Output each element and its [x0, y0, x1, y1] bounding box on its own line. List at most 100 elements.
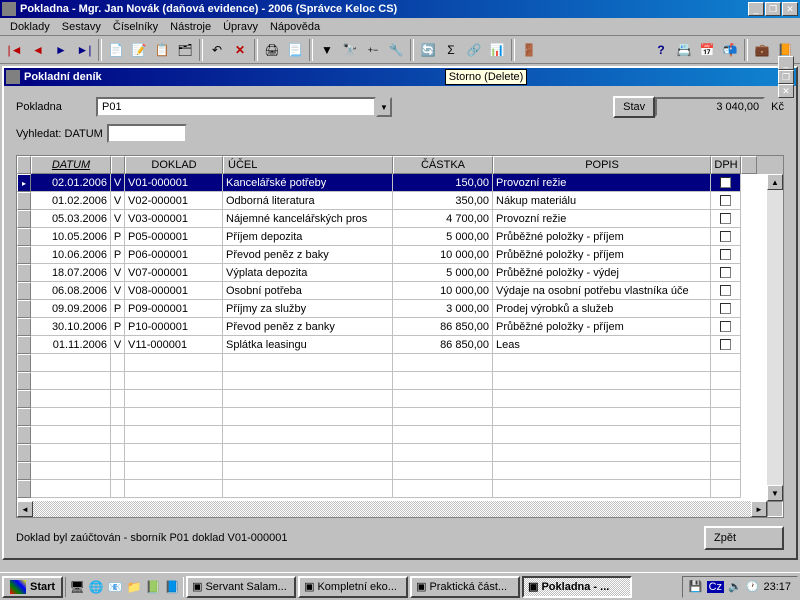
table-row[interactable]: 05.03.2006VV03-000001Nájemné kancelářský… — [17, 210, 783, 228]
ql-ie-icon[interactable]: 🌐 — [87, 577, 105, 597]
table-row[interactable]: 01.11.2006VV11-000001Splátka leasingu86 … — [17, 336, 783, 354]
tool-c-icon[interactable]: 📬 — [719, 39, 741, 61]
ql-outlook-icon[interactable]: 📧 — [106, 577, 124, 597]
col-typ[interactable] — [111, 156, 125, 174]
tool-a-icon[interactable]: 📇 — [673, 39, 695, 61]
ql-desktop-icon[interactable]: 🖥 — [68, 577, 86, 597]
table-row[interactable]: 10.05.2006PP05-000001Příjem depozita5 00… — [17, 228, 783, 246]
ql-app1-icon[interactable]: 📁 — [125, 577, 143, 597]
refresh-icon[interactable]: 🔄 — [417, 39, 439, 61]
table-row[interactable] — [17, 408, 783, 426]
dph-checkbox[interactable] — [720, 195, 731, 206]
print-icon[interactable]: 🖨 — [261, 39, 283, 61]
scroll-up-icon[interactable]: ▲ — [767, 174, 783, 190]
menu-napoveda[interactable]: Nápověda — [264, 20, 326, 34]
taskbar-task[interactable]: ▣Kompletní eko... — [298, 576, 408, 598]
details-icon[interactable]: 🗂 — [174, 39, 196, 61]
exit-icon[interactable]: 🚪 — [518, 39, 540, 61]
binoculars-icon[interactable]: 🔭 — [339, 39, 361, 61]
back-button[interactable]: Zpět — [704, 526, 784, 550]
table-row[interactable] — [17, 426, 783, 444]
combo-dropdown-icon[interactable]: ▼ — [376, 97, 392, 117]
new-doc-icon[interactable]: 📄 — [105, 39, 127, 61]
minimize-button[interactable]: _ — [748, 2, 764, 16]
ql-app2-icon[interactable]: 📗 — [144, 577, 162, 597]
sub-minimize-button[interactable]: _ — [778, 56, 794, 70]
table-row[interactable]: 30.10.2006PP10-000001Převod peněz z bank… — [17, 318, 783, 336]
table-row[interactable]: 09.09.2006PP09-000001Příjmy za služby3 0… — [17, 300, 783, 318]
link-icon[interactable]: 🔗 — [463, 39, 485, 61]
menu-upravy[interactable]: Úpravy — [217, 20, 264, 34]
ql-app3-icon[interactable]: 📘 — [163, 577, 181, 597]
tray-app-icon[interactable]: 💾 — [689, 580, 703, 593]
tray-volume-icon[interactable]: 🔊 — [728, 580, 742, 593]
dph-checkbox[interactable] — [720, 285, 731, 296]
dph-checkbox[interactable] — [720, 213, 731, 224]
vertical-scrollbar[interactable]: ▲ ▼ — [767, 174, 783, 501]
nav-prev-icon[interactable]: ◄ — [27, 39, 49, 61]
table-row[interactable] — [17, 354, 783, 372]
col-popis[interactable]: POPIS — [493, 156, 711, 174]
delete-icon[interactable]: ✕ — [229, 39, 251, 61]
col-datum[interactable]: DATUM — [31, 156, 111, 174]
language-indicator[interactable]: Cz — [707, 581, 724, 593]
tool-b-icon[interactable]: 📅 — [696, 39, 718, 61]
menu-ciselniky[interactable]: Číselníky — [107, 20, 164, 34]
tool-d-icon[interactable]: 💼 — [751, 39, 773, 61]
scroll-down-icon[interactable]: ▼ — [767, 485, 783, 501]
table-row[interactable]: 18.07.2006VV07-000001Výplata depozita5 0… — [17, 264, 783, 282]
dph-checkbox[interactable] — [720, 339, 731, 350]
tray-clock-icon[interactable]: 🕐 — [746, 580, 760, 593]
horizontal-scrollbar[interactable]: ◄ ► — [17, 501, 783, 517]
scroll-right-icon[interactable]: ► — [751, 501, 767, 517]
table-row[interactable]: 01.02.2006VV02-000001Odborná literatura3… — [17, 192, 783, 210]
search-input[interactable] — [107, 124, 187, 143]
dph-checkbox[interactable] — [720, 177, 731, 188]
pokladna-combo[interactable]: ▼ — [96, 97, 392, 117]
menu-nastroje[interactable]: Nástroje — [164, 20, 217, 34]
menu-doklady[interactable]: Doklady — [4, 20, 56, 34]
nav-last-icon[interactable]: ►| — [73, 39, 95, 61]
pokladna-input[interactable] — [96, 97, 376, 117]
preview-icon[interactable]: 📃 — [284, 39, 306, 61]
taskbar-task[interactable]: ▣Servant Salam... — [186, 576, 296, 598]
table-row[interactable] — [17, 462, 783, 480]
dph-checkbox[interactable] — [720, 303, 731, 314]
table-row[interactable]: 10.06.2006PP06-000001Převod peněz z baky… — [17, 246, 783, 264]
sigma-icon[interactable]: Σ — [440, 39, 462, 61]
table-row[interactable] — [17, 372, 783, 390]
dph-checkbox[interactable] — [720, 249, 731, 260]
scroll-left-icon[interactable]: ◄ — [17, 501, 33, 517]
close-button[interactable]: ✕ — [782, 2, 798, 16]
chart-icon[interactable]: 📊 — [486, 39, 508, 61]
col-castka[interactable]: ČÁSTKA — [393, 156, 493, 174]
help-icon[interactable]: ? — [650, 39, 672, 61]
plus-minus-icon[interactable]: +− — [362, 39, 384, 61]
dph-checkbox[interactable] — [720, 231, 731, 242]
start-button[interactable]: Start — [2, 576, 63, 598]
nav-next-icon[interactable]: ► — [50, 39, 72, 61]
maximize-button[interactable]: ❐ — [765, 2, 781, 16]
edit-icon[interactable]: 📝 — [128, 39, 150, 61]
dph-checkbox[interactable] — [720, 267, 731, 278]
taskbar-task[interactable]: ▣Praktická část... — [410, 576, 520, 598]
wrench-icon[interactable]: 🔧 — [385, 39, 407, 61]
table-row[interactable]: ▸02.01.2006VV01-000001Kancelářské potřeb… — [17, 174, 783, 192]
taskbar-task[interactable]: ▣Pokladna - ... — [522, 576, 632, 598]
table-row[interactable] — [17, 444, 783, 462]
funnel-icon[interactable]: ▼ — [316, 39, 338, 61]
nav-first-icon[interactable]: |◄ — [4, 39, 26, 61]
copy-icon[interactable]: 📋 — [151, 39, 173, 61]
stav-button[interactable]: Stav — [613, 96, 655, 118]
col-doklad[interactable]: DOKLAD — [125, 156, 223, 174]
table-row[interactable]: 06.08.2006VV08-000001Osobní potřeba10 00… — [17, 282, 783, 300]
grid-body[interactable]: ▸02.01.2006VV01-000001Kancelářské potřeb… — [17, 174, 783, 501]
table-row[interactable] — [17, 390, 783, 408]
col-dph[interactable]: DPH — [711, 156, 741, 174]
table-row[interactable] — [17, 480, 783, 498]
col-ucel[interactable]: ÚČEL — [223, 156, 393, 174]
undo-icon[interactable]: ↶ — [206, 39, 228, 61]
sub-maximize-button[interactable]: ❐ — [778, 70, 794, 84]
dph-checkbox[interactable] — [720, 321, 731, 332]
menu-sestavy[interactable]: Sestavy — [56, 20, 107, 34]
